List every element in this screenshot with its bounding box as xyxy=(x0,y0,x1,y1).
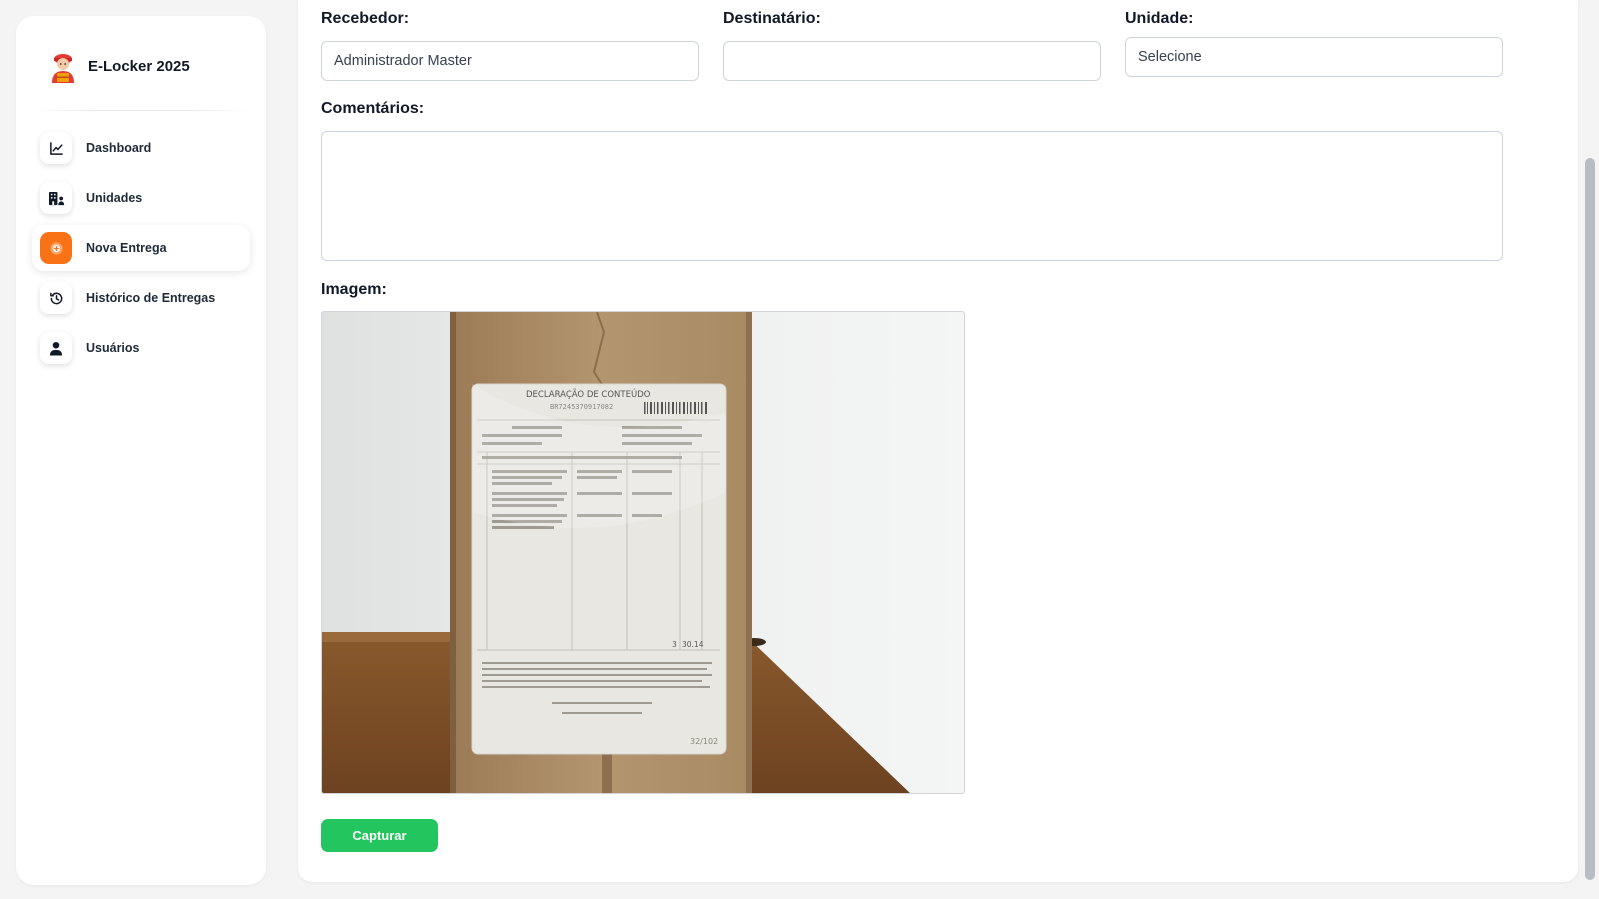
destinatario-input[interactable] xyxy=(723,41,1101,81)
sidebar-item-label: Nova Entrega xyxy=(86,241,167,255)
scrollbar-thumb[interactable] xyxy=(1585,158,1595,880)
sidebar-item-historico[interactable]: Histórico de Entregas xyxy=(32,275,250,321)
comentarios-label: Comentários: xyxy=(321,100,425,117)
user-icon xyxy=(40,332,72,364)
sidebar-item-label: Usuários xyxy=(86,341,140,355)
sidebar-item-usuarios[interactable]: Usuários xyxy=(32,325,250,371)
comentarios-textarea[interactable] xyxy=(321,131,1503,261)
capture-button[interactable]: Capturar xyxy=(321,819,438,852)
brand-title: E-Locker 2025 xyxy=(88,57,190,75)
photo-label-heading: DECLARAÇÃO DE CONTEÚDO xyxy=(526,388,651,400)
sidebar-item-nova-entrega[interactable]: Nova Entrega xyxy=(32,225,250,271)
photo-corner-code: 32/102 xyxy=(690,737,718,746)
brand[interactable]: E-Locker 2025 xyxy=(16,16,266,94)
photo-tracking-code: BR7245370917082 xyxy=(550,403,613,411)
delivery-person-icon xyxy=(52,54,74,83)
sidebar-item-label: Dashboard xyxy=(86,141,152,155)
sidebar-item-dashboard[interactable]: Dashboard xyxy=(32,125,250,171)
recebedor-input[interactable] xyxy=(321,41,699,81)
unidade-select[interactable]: Selecione xyxy=(1125,37,1503,77)
chart-line-icon xyxy=(40,132,72,164)
sidebar-item-label: Histórico de Entregas xyxy=(86,291,216,305)
unidade-label: Unidade: xyxy=(1125,10,1194,27)
unidade-selected-value: Selecione xyxy=(1138,49,1202,65)
sidebar-item-unidades[interactable]: Unidades xyxy=(32,175,250,221)
captured-image: DECLARAÇÃO DE CONTEÚDO BR7245370917082 3… xyxy=(321,311,965,794)
sidebar-nav: Dashboard Unidades Nova Entrega Históric… xyxy=(16,111,266,371)
recebedor-label: Recebedor: xyxy=(321,10,410,27)
plus-circle-icon xyxy=(40,232,72,264)
sidebar: E-Locker 2025 Dashboard Unidades Nova En… xyxy=(16,16,266,885)
new-delivery-form: Recebedor: Destinatário: Unidade: Seleci… xyxy=(298,0,1578,882)
history-icon xyxy=(40,282,72,314)
building-users-icon xyxy=(40,182,72,214)
destinatario-label: Destinatário: xyxy=(723,10,821,27)
page-scrollbar[interactable] xyxy=(1581,0,1599,899)
imagem-label: Imagem: xyxy=(321,281,387,298)
photo-footer-value: 30.14 xyxy=(682,640,704,649)
photo-footer-qty: 3 xyxy=(672,640,677,649)
package-photo: DECLARAÇÃO DE CONTEÚDO BR7245370917082 3… xyxy=(322,312,964,793)
sidebar-item-label: Unidades xyxy=(86,191,143,205)
